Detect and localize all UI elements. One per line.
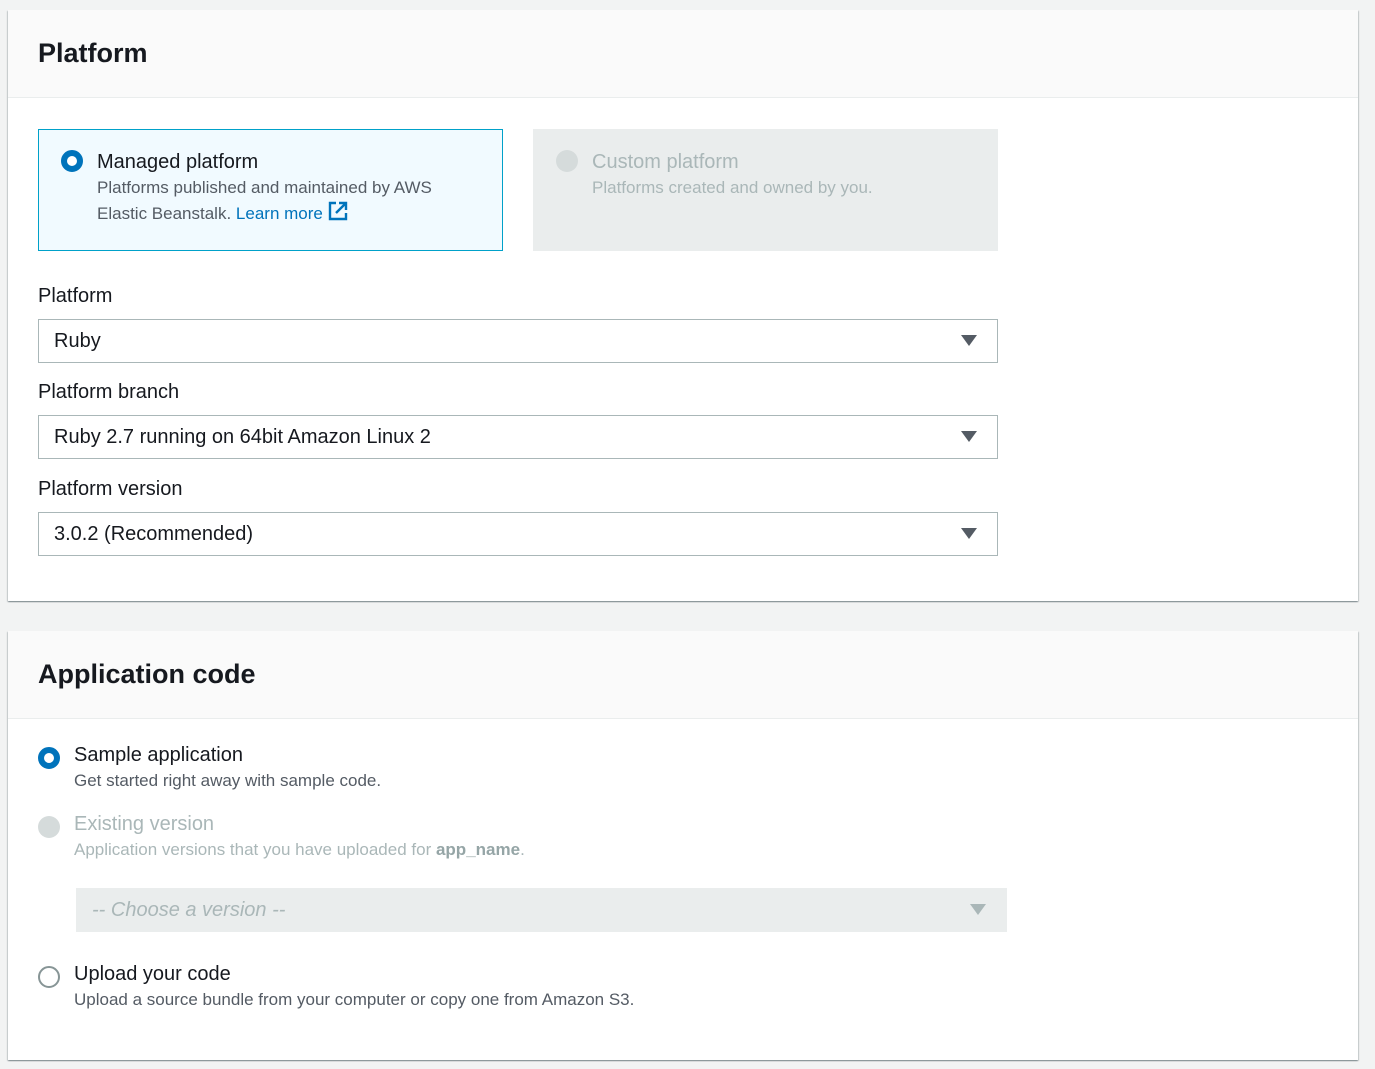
platform-panel: Platform Managed platform Platforms publ… [8, 10, 1358, 601]
managed-platform-description: Platforms published and maintained by AW… [97, 175, 482, 226]
platform-field-label: Platform [38, 285, 113, 307]
upload-code-label: Upload your code [74, 963, 231, 985]
platform-version-label: Platform version [38, 478, 183, 500]
platform-version-value: 3.0.2 (Recommended) [54, 522, 253, 545]
caret-down-icon [961, 431, 977, 442]
external-link-icon [328, 201, 348, 221]
platform-select[interactable]: Ruby [38, 319, 998, 363]
platform-version-select[interactable]: 3.0.2 (Recommended) [38, 512, 998, 556]
learn-more-link[interactable]: Learn more [235, 201, 349, 223]
existing-version-label: Existing version [74, 813, 215, 835]
sample-application-label: Sample application [74, 744, 243, 766]
caret-down-icon [961, 528, 977, 539]
platform-branch-select[interactable]: Ruby 2.7 running on 64bit Amazon Linux 2 [38, 415, 998, 459]
learn-more-label: Learn more [235, 204, 323, 223]
custom-platform-label: Custom platform [592, 151, 739, 173]
existing-version-desc-end: . [520, 840, 525, 859]
choose-version-placeholder: -- Choose a version -- [92, 898, 286, 921]
existing-version-desc-text: Application versions that you have uploa… [74, 840, 432, 859]
managed-platform-tile[interactable]: Managed platform Platforms published and… [38, 129, 503, 251]
application-code-header: Application code [8, 631, 1358, 719]
upload-code-description: Upload a source bundle from your compute… [74, 990, 635, 1009]
platform-select-value: Ruby [54, 329, 101, 352]
managed-platform-radio[interactable] [61, 150, 83, 172]
choose-version-select: -- Choose a version -- [76, 888, 1007, 932]
platform-panel-header: Platform [8, 10, 1358, 98]
upload-code-radio[interactable] [38, 966, 60, 988]
caret-down-icon [970, 904, 986, 915]
custom-platform-description: Platforms created and owned by you. [592, 178, 873, 197]
caret-down-icon [961, 335, 977, 346]
sample-application-radio[interactable] [38, 747, 60, 769]
platform-branch-label: Platform branch [38, 381, 180, 403]
custom-platform-tile: Custom platform Platforms created and ow… [533, 129, 998, 251]
managed-platform-desc-line2: Elastic Beanstalk. [97, 204, 232, 223]
managed-platform-desc-line1: Platforms published and maintained by AW… [97, 178, 432, 197]
custom-platform-radio [556, 150, 578, 172]
existing-version-description: Application versions that you have uploa… [74, 840, 525, 860]
app-name: app_name [435, 840, 521, 859]
application-code-title: Application code [38, 659, 256, 689]
application-code-panel: Application code Sample application Get … [8, 631, 1358, 1060]
managed-platform-label: Managed platform [97, 151, 259, 173]
existing-version-radio [38, 816, 60, 838]
sample-application-description: Get started right away with sample code. [74, 771, 382, 790]
platform-branch-value: Ruby 2.7 running on 64bit Amazon Linux 2 [54, 425, 431, 448]
platform-panel-title: Platform [38, 38, 148, 68]
